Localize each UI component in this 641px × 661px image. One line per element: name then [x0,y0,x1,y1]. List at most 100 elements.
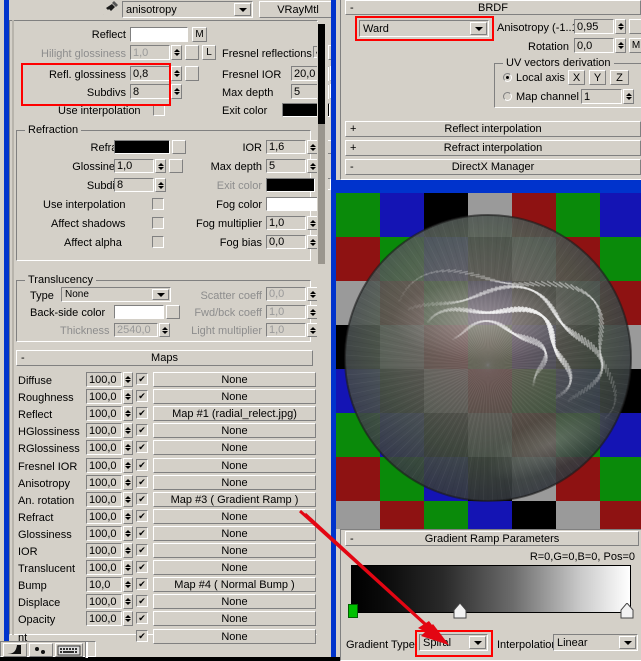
maps-row-map-button[interactable]: None [153,423,316,438]
maps-row-map-button[interactable]: None [153,526,316,541]
hilight-glossiness-spinner[interactable] [171,45,182,60]
maps-row-map-button[interactable]: None [153,611,316,626]
maps-row-map-button[interactable]: None [153,594,316,609]
curve-icon-button[interactable] [3,643,27,657]
maps-row-amount[interactable]: 100,0 [86,372,122,387]
map-channel-radio[interactable] [503,92,512,101]
fog-color-swatch[interactable] [266,197,322,211]
maps-row-map-button[interactable]: None [153,458,316,473]
gradient-ramp-bar[interactable] [351,565,631,613]
maps-row-checkbox[interactable]: ✔ [136,510,148,522]
axis-y-button[interactable]: Y [589,70,606,85]
maps-row-amount[interactable]: 100,0 [86,509,122,524]
maps-rollout-header[interactable]: - Maps [16,350,313,366]
interpolation-combo[interactable]: Linear [553,634,638,651]
refract-max-depth-field[interactable]: 5 [266,159,306,173]
refract-subdivs-spinner[interactable] [155,178,166,192]
brdf-model-combo[interactable]: Ward [359,20,489,37]
maps-row-spinner[interactable] [123,526,133,541]
axis-x-button[interactable]: X [568,70,585,85]
maps-row-checkbox[interactable]: ✔ [136,612,148,624]
rollout-header[interactable]: +Refract interpolation [345,140,641,156]
maps-row-checkbox[interactable]: ✔ [136,595,148,607]
maps-row-spinner[interactable] [123,594,133,609]
fwd-bck-coeff-field[interactable]: 1,0 [266,305,306,319]
material-preview[interactable] [336,193,641,529]
maps-row-map-button[interactable]: Map #1 (radial_relect.jpg) [153,406,316,421]
refract-ior-field[interactable]: 1,6 [266,140,306,154]
maps-row-checkbox[interactable]: ✔ [136,476,148,488]
maps-collapse-glyph[interactable]: - [21,351,25,366]
maps-row-amount[interactable]: 100,0 [86,440,122,455]
maps-row-spinner[interactable] [123,475,133,490]
maps-row-spinner[interactable] [123,560,133,575]
refl-glossiness-spinner[interactable] [171,66,182,81]
anisotropy-spinner[interactable] [615,19,626,34]
affect-shadows-checkbox[interactable] [152,217,164,229]
chevron-down-icon[interactable] [469,636,486,649]
reflect-subdivs-field[interactable]: 8 [130,84,170,99]
maps-row-map-button[interactable]: None [153,389,316,404]
anisotropy-map-button[interactable] [629,19,641,34]
maps-row-amount[interactable]: 100,0 [86,423,122,438]
maps-row-checkbox[interactable]: ✔ [136,459,148,471]
rollout-toggle-glyph[interactable]: - [350,160,354,175]
reflect-use-interpolation-checkbox[interactable] [153,104,165,116]
rotation-field[interactable]: 0,0 [574,38,614,53]
maps-row-amount[interactable]: 100,0 [86,458,122,473]
chevron-down-icon[interactable] [234,3,251,16]
chevron-down-icon[interactable] [619,636,636,649]
eyedropper-icon[interactable] [99,1,121,18]
axis-z-button[interactable]: Z [610,70,629,85]
maps-row-map-button[interactable]: None [153,475,316,490]
brdf-collapse-glyph[interactable]: - [350,1,354,16]
maps-row-spinner[interactable] [123,458,133,473]
translucency-type-combo[interactable]: None [61,287,171,302]
reflect-subdivs-spinner[interactable] [171,84,182,99]
fog-bias-field[interactable]: 0,0 [266,235,306,249]
maps-row-spinner[interactable] [123,492,133,507]
refract-glossiness-field[interactable]: 1,0 [114,159,154,173]
keyboard-icon-button[interactable] [55,643,83,657]
thickness-spinner[interactable] [159,323,170,337]
maps-row-map-button[interactable]: Map #4 ( Normal Bump ) [153,577,316,592]
left-panel-scrollbar-thumb-lower[interactable] [318,124,325,264]
maps-row-spinner[interactable] [123,611,133,626]
maps-row-checkbox[interactable]: ✔ [136,373,148,385]
maps-row-checkbox[interactable]: ✔ [136,407,148,419]
reflect-color-swatch[interactable] [130,27,188,42]
affect-alpha-checkbox[interactable] [152,236,164,248]
maps-row-checkbox[interactable]: ✔ [136,527,148,539]
maps-row-checkbox[interactable]: ✔ [136,493,148,505]
maps-row-amount[interactable]: 100,0 [86,611,122,626]
maps-row-map-button[interactable]: None [153,543,316,558]
maps-row-spinner[interactable] [123,406,133,421]
material-type-button[interactable]: VRayMtl [259,1,337,18]
back-side-color-swatch[interactable] [114,305,164,319]
maps-row-map-button[interactable]: None [153,372,316,387]
maps-row-amount[interactable]: 100,0 [86,389,122,404]
fog-multiplier-field[interactable]: 1,0 [266,216,306,230]
maps-row-spinner[interactable] [123,509,133,524]
refl-glossiness-field[interactable]: 0,8 [130,66,170,81]
material-name-combo[interactable]: anisotropy [122,1,253,18]
rollout-header[interactable]: +Reflect interpolation [345,121,641,137]
local-axis-radio[interactable] [503,73,512,82]
rollout-toggle-glyph[interactable]: + [350,122,356,137]
maps-row-spinner[interactable] [123,423,133,438]
refract-glossiness-map-button[interactable] [169,159,183,173]
refract-color-swatch[interactable] [114,140,170,154]
gradient-flag-0[interactable] [348,604,358,618]
reflect-map-button[interactable]: M [192,27,207,42]
gradient-type-combo[interactable]: Spiral [419,634,488,651]
scatter-coeff-field[interactable]: 0,0 [266,287,306,301]
rotation-map-button[interactable]: M [629,38,641,53]
refract-use-interpolation-checkbox[interactable] [152,198,164,210]
chevron-down-icon[interactable] [152,289,169,300]
maps-row-checkbox[interactable]: ✔ [136,630,148,642]
maps-row-checkbox[interactable]: ✔ [136,544,148,556]
maps-row-amount[interactable]: 10,0 [86,577,122,592]
maps-row-checkbox[interactable]: ✔ [136,561,148,573]
maps-row-amount[interactable]: 100,0 [86,594,122,609]
maps-row-amount[interactable]: 100,0 [86,406,122,421]
